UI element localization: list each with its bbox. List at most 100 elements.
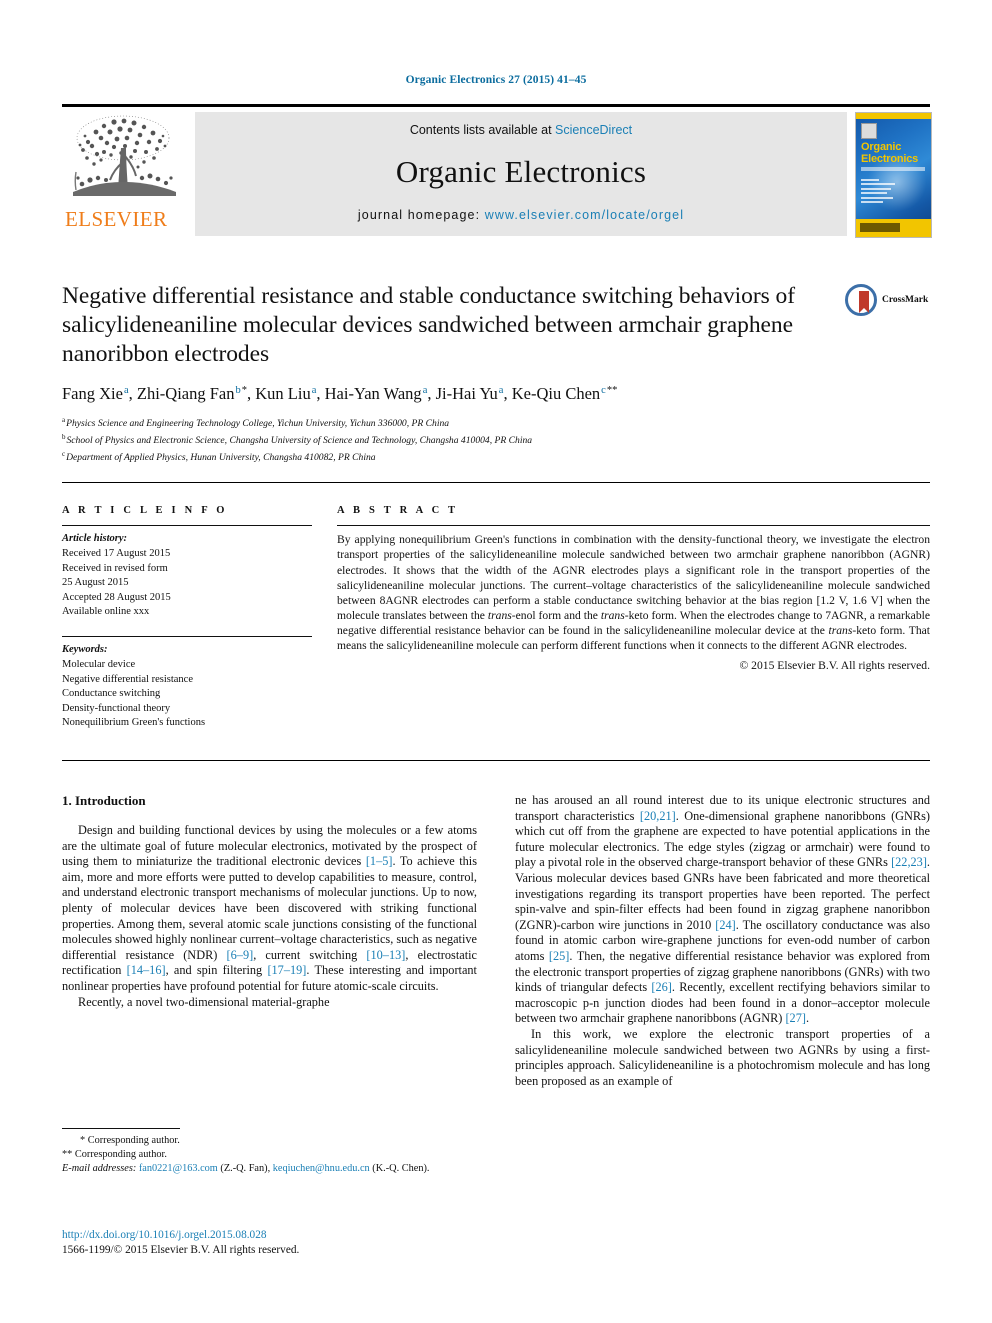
journal-cover-thumbnail[interactable]: Organic Electronics — [855, 112, 932, 238]
body-column-right: ne has aroused an all round interest due… — [515, 793, 930, 1089]
affiliation: bSchool of Physics and Electronic Scienc… — [62, 432, 533, 446]
keyword-lines: Molecular device Negative differential re… — [62, 658, 312, 731]
abstract-italic-term: trans — [828, 623, 853, 637]
abstract-rule — [337, 525, 930, 527]
journal-title: Organic Electronics — [395, 154, 647, 189]
cover-footer-bar — [856, 219, 931, 237]
corresponding-author-2: ** Corresponding author. — [62, 1149, 167, 1160]
citation-link[interactable]: [25] — [549, 949, 570, 963]
author-name: Fang Xie — [62, 384, 123, 403]
citation-link[interactable]: [24] — [715, 918, 736, 932]
cover-top-bar — [856, 113, 931, 119]
abstract-italic-term: trans — [600, 608, 625, 622]
affiliation: aPhysics Science and Engineering Technol… — [62, 416, 450, 430]
contents-box: Contents lists available at ScienceDirec… — [195, 112, 847, 236]
doi-block: http://dx.doi.org/10.1016/j.orgel.2015.0… — [62, 1228, 542, 1258]
running-head: Organic Electronics 27 (2015) 41–45 — [405, 74, 587, 86]
corresponding-author-1: * Corresponding author. — [80, 1135, 180, 1146]
abstract-body: By applying nonequilibrium Green's funct… — [337, 532, 930, 653]
author-name: Zhi-Qiang Fan — [136, 384, 235, 403]
cover-editor-lines — [861, 179, 906, 205]
citation-link[interactable]: [14–16] — [127, 963, 166, 977]
body-text-run: , current switching — [253, 947, 367, 962]
intro-paragraph-2-left: Recently, a novel two-dimensional materi… — [62, 995, 477, 1011]
body-column-left: 1. Introduction Design and building func… — [62, 793, 477, 1010]
body-text-run: , and spin filtering — [165, 963, 268, 978]
cover-elsevier-mark — [860, 223, 900, 232]
body-text-run: . — [805, 1011, 810, 1026]
article-history-item: Accepted 28 August 2015 — [62, 591, 171, 603]
sciencedirect-link[interactable]: ScienceDirect — [555, 123, 632, 137]
article-history-item: Available online xxx — [62, 606, 150, 618]
citation-link[interactable]: [17–19] — [267, 963, 306, 977]
body-text-run: . To achieve this aim, more and more eff… — [62, 854, 477, 962]
citation-link[interactable]: [1–5] — [366, 854, 393, 868]
journal-homepage-link[interactable]: www.elsevier.com/locate/orgel — [485, 208, 684, 222]
title-block: Negative differential resistance and sta… — [62, 282, 822, 369]
abstract-heading: A B S T R A C T — [337, 505, 459, 516]
keyword-item: Conductance switching — [62, 688, 161, 700]
homepage-label: journal homepage: — [357, 208, 485, 222]
elsevier-wordmark: ELSEVIER — [65, 207, 168, 231]
citation-link[interactable]: [10–13] — [366, 948, 405, 962]
author-name: Ke-Qiu Chen — [511, 384, 601, 403]
article-info-column: A R T I C L E I N F O Article history: R… — [62, 505, 312, 731]
crossmark-ribbon-icon — [859, 291, 869, 313]
footnote-rule — [62, 1128, 180, 1130]
crossmark-label: CrossMark — [882, 295, 929, 305]
elsevier-tree-icon — [73, 115, 176, 196]
keyword-item: Density-functional theory — [62, 702, 171, 714]
body-text-run: Recently, a novel two-dimensional materi… — [78, 994, 330, 1009]
article-history-item: 25 August 2015 — [62, 577, 129, 589]
abstract-text-run: -enol form and the — [511, 608, 601, 622]
abstract-copyright: © 2015 Elsevier B.V. All rights reserved… — [739, 659, 930, 673]
article-info-rule — [62, 525, 312, 527]
email-link-fan[interactable]: fan0221@163.com — [139, 1163, 218, 1174]
crossmark-icon — [845, 284, 877, 316]
article-history-lines: Received 17 August 2015 Received in revis… — [62, 547, 312, 620]
author-affiliation-marker: a — [123, 384, 129, 396]
article-history-item: Received 17 August 2015 — [62, 547, 171, 559]
footnote-block: * Corresponding author. ** Corresponding… — [62, 1134, 482, 1176]
keyword-item: Molecular device — [62, 658, 136, 670]
cover-journal-title: Organic Electronics — [861, 141, 919, 165]
author-list: Fang Xiea, Zhi-Qiang Fanb*, Kun Liua, Ha… — [62, 384, 618, 403]
author-affiliation-marker: a — [311, 384, 317, 396]
author-affiliation-marker: a — [422, 384, 428, 396]
email-addresses-label: E-mail addresses: — [62, 1163, 139, 1174]
affiliation: cDepartment of Applied Physics, Hunan Un… — [62, 449, 376, 463]
author-affiliation-marker: b — [235, 384, 241, 396]
journal-homepage-line: journal homepage: www.elsevier.com/locat… — [195, 208, 847, 222]
cover-subtitle-bar — [861, 167, 925, 171]
article-history-label: Article history: — [62, 533, 128, 545]
citation-link[interactable]: [6–9] — [227, 948, 254, 962]
corresponding-author-marker: ** — [606, 384, 618, 396]
info-band-bottom-rule — [62, 760, 930, 761]
email-link-chen[interactable]: keqiuchen@hnu.edu.cn — [273, 1163, 370, 1174]
introduction-heading: 1. Introduction — [62, 793, 146, 808]
citation-link[interactable]: [20,21] — [640, 809, 676, 823]
crossmark-badge[interactable]: CrossMark — [845, 284, 930, 318]
author-affiliation-marker: c — [601, 384, 606, 396]
page-title: Negative differential resistance and sta… — [62, 283, 796, 367]
keywords-rule — [62, 635, 312, 638]
journal-masthead: ELSEVIER Contents lists available at Sci… — [62, 104, 932, 238]
corresponding-author-marker: * — [241, 384, 247, 396]
citation-link[interactable]: [26] — [651, 980, 672, 994]
masthead-top-rule — [62, 104, 930, 107]
citation-link[interactable]: [22,23] — [891, 855, 927, 869]
keyword-item: Nonequilibrium Green's functions — [62, 717, 206, 729]
intro-paragraph-3: In this work, we explore the electronic … — [515, 1027, 930, 1089]
email-addresses-line: E-mail addresses: fan0221@163.com (Z.-Q.… — [62, 1163, 430, 1174]
info-band-top-rule — [62, 482, 930, 483]
doi-link[interactable]: http://dx.doi.org/10.1016/j.orgel.2015.0… — [62, 1228, 542, 1243]
contents-prefix: Contents lists available at — [409, 123, 556, 137]
intro-paragraph-2-right: ne has aroused an all round interest due… — [515, 793, 930, 1027]
author-name: Hai-Yan Wang — [324, 384, 422, 403]
cover-publisher-icon — [861, 123, 877, 139]
affiliation-list: aPhysics Science and Engineering Technol… — [62, 414, 862, 464]
citation-link[interactable]: [27] — [785, 1011, 806, 1025]
abstract-italic-term: trans — [487, 608, 512, 622]
article-history-item: Received in revised form — [62, 562, 168, 574]
